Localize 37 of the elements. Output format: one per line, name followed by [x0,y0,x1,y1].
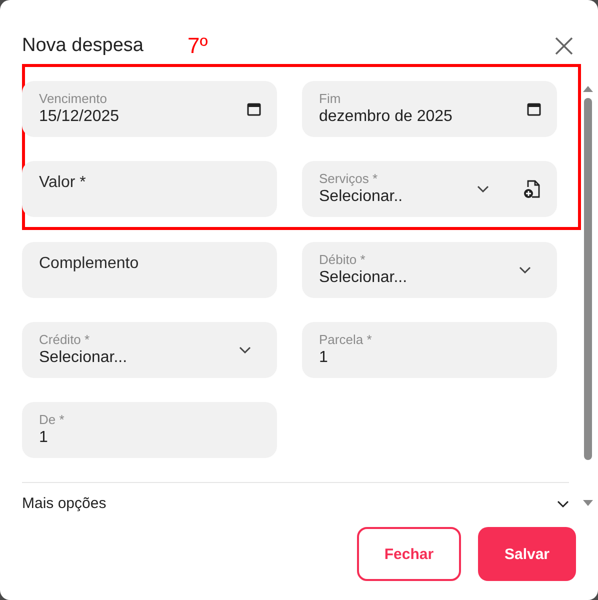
chevron-down-icon [519,266,531,274]
field-value: Selecionar.. [319,187,404,207]
field-value: 15/12/2025 [39,107,120,127]
field-label: Serviços * [319,171,379,187]
date-field[interactable]: Vencimento 15/12/2025 [22,81,277,137]
input-field[interactable]: Parcela * 1 [302,322,557,378]
close-button[interactable]: Fechar [357,527,461,581]
field-label: Fim [319,91,342,107]
chevron-down-icon [239,346,251,354]
field-label: Vencimento [39,91,108,107]
chevron-down-icon[interactable] [557,500,569,508]
select-field[interactable]: Serviços * Selecionar.. [302,161,557,217]
input-field[interactable]: De * 1 [22,402,277,458]
field-value: 1 [319,348,329,368]
input-field[interactable]: Complemento [22,242,277,298]
field-label: Parcela * [319,332,373,348]
calendar-icon [247,102,261,116]
scrollbar[interactable] [581,84,595,508]
calendar-icon [527,102,541,116]
dialog-title: Nova despesa [22,35,144,57]
close-icon[interactable] [554,36,574,56]
select-field[interactable]: Débito * Selecionar... [302,242,557,298]
more-options-toggle[interactable]: Mais opções [22,495,106,512]
field-label: De * [39,412,66,428]
input-field[interactable]: Valor * [22,161,277,217]
field-value: dezembro de 2025 [319,107,454,127]
chevron-down-icon [477,185,489,193]
save-button[interactable]: Salvar [478,527,576,581]
field-label: Crédito * [39,332,91,348]
add-document-icon[interactable] [523,179,541,199]
annotation-label: 7º [187,33,208,59]
field-value: Selecionar... [319,268,408,288]
date-field[interactable]: Fim dezembro de 2025 [302,81,557,137]
field-value: 1 [39,428,49,448]
field-label: Débito * [319,252,366,268]
select-field[interactable]: Crédito * Selecionar... [22,322,277,378]
field-value: Selecionar... [39,348,128,368]
